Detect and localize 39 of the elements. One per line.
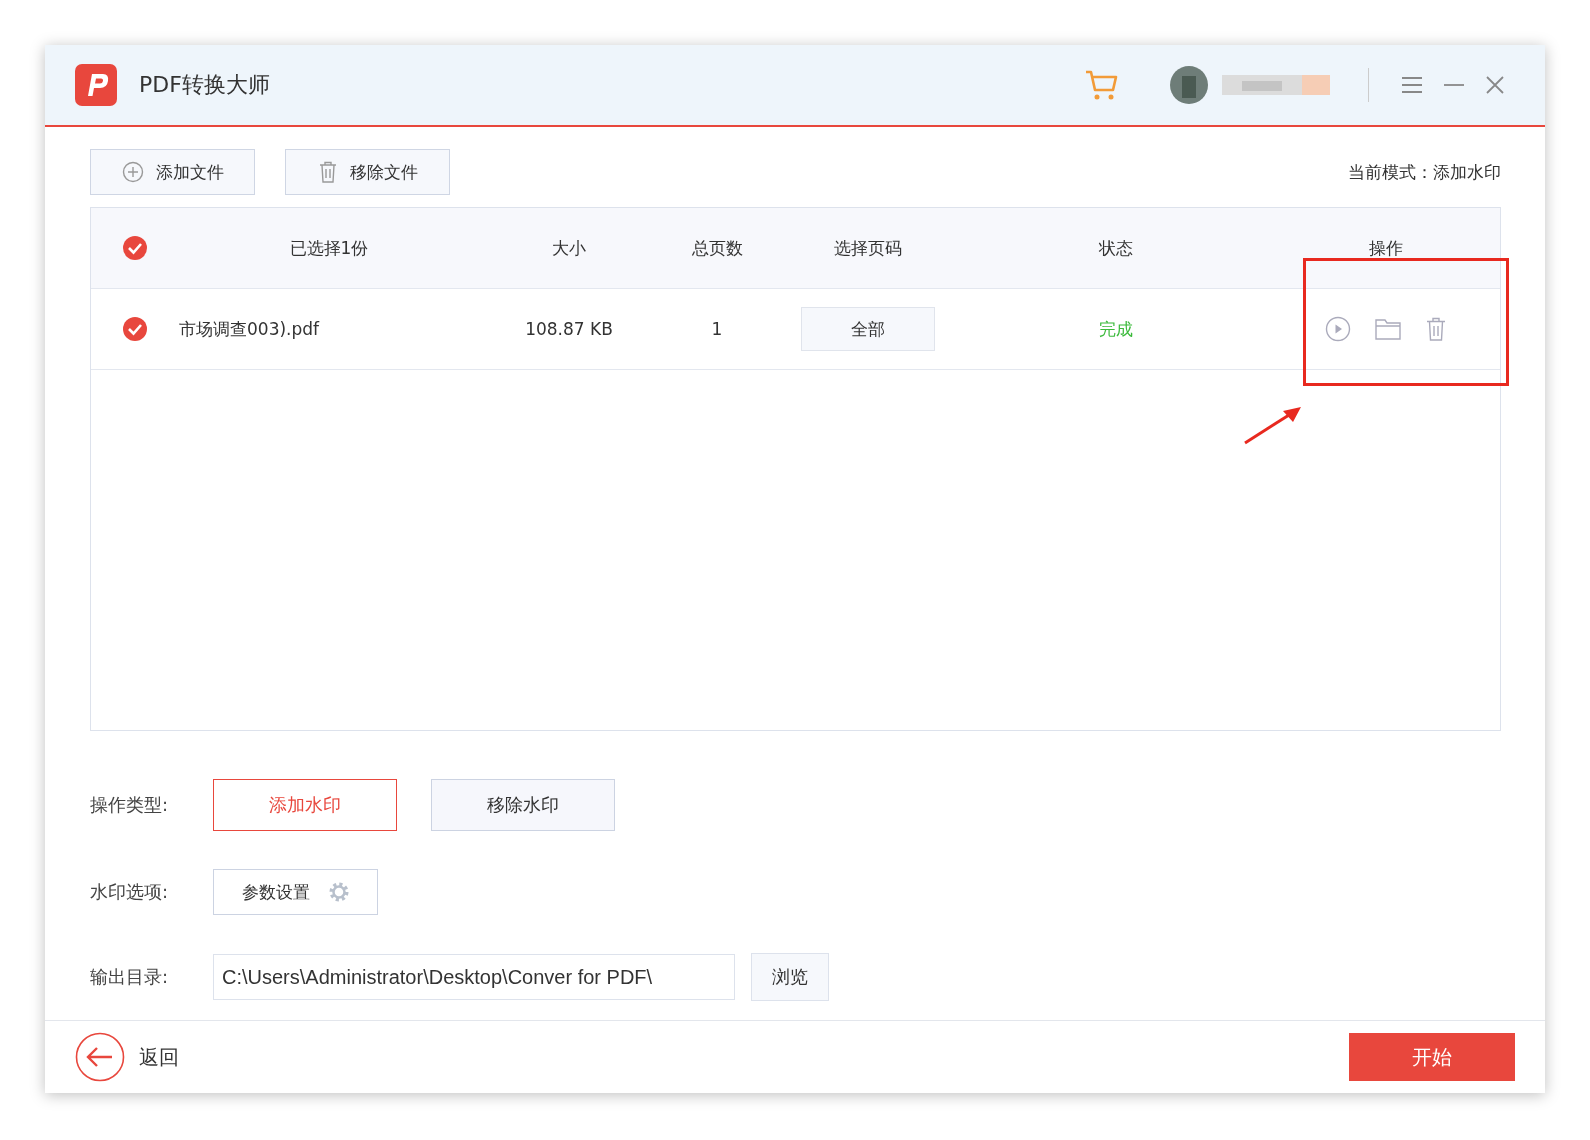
column-header: 状态 xyxy=(1099,236,1133,260)
play-icon[interactable] xyxy=(1324,316,1351,342)
column-header: 大小 xyxy=(552,236,586,260)
output-path-field[interactable]: C:\Users\Administrator\Desktop\Conver for PDF\ xyxy=(213,954,735,1000)
current-mode-label: 当前模式：添加水印 xyxy=(1348,160,1501,184)
plus-circle-icon xyxy=(121,161,144,183)
column-header: 总页数 xyxy=(691,236,743,260)
watermark-options-label: 水印选项: xyxy=(90,880,170,904)
annotation-arrow xyxy=(1243,405,1303,445)
cart-icon[interactable] xyxy=(1084,68,1120,102)
column-header: 选择页码 xyxy=(834,236,902,260)
back-button[interactable]: 返回 xyxy=(75,1032,179,1082)
status-text: 完成 xyxy=(1099,317,1133,341)
browse-button[interactable]: 浏览 xyxy=(751,953,829,1001)
start-button[interactable]: 开始 xyxy=(1349,1033,1515,1081)
column-header: 操作 xyxy=(1368,236,1403,260)
app-logo-icon xyxy=(75,64,117,106)
column-header: 已选择1份 xyxy=(289,236,369,260)
add-file-button[interactable]: 添加文件 xyxy=(90,149,255,195)
menu-icon[interactable] xyxy=(1401,76,1423,94)
row-checkbox[interactable] xyxy=(122,316,148,342)
avatar-icon[interactable] xyxy=(1170,66,1208,104)
settings-button[interactable]: 参数设置 xyxy=(213,869,378,915)
remove-file-button[interactable]: 移除文件 xyxy=(285,149,450,195)
file-size: 108.87 KB xyxy=(525,319,613,339)
output-dir-label: 输出目录: xyxy=(90,965,170,989)
page-range-button[interactable]: 全部 xyxy=(801,307,935,351)
trash-icon xyxy=(317,161,338,183)
folder-icon[interactable] xyxy=(1374,318,1401,340)
operation-type-option[interactable]: 移除水印 xyxy=(431,779,615,831)
window-title: PDF转换大师 xyxy=(139,71,270,99)
operation-type-label: 操作类型: xyxy=(90,793,170,817)
operation-type-option[interactable]: 添加水印 xyxy=(213,779,397,831)
file-name: 市场调查003).pdf xyxy=(179,317,320,341)
page-count: 1 xyxy=(711,319,723,339)
gear-icon xyxy=(327,881,350,903)
close-icon[interactable] xyxy=(1485,75,1505,95)
trash-icon[interactable] xyxy=(1424,317,1447,341)
select-all-checkbox[interactable] xyxy=(122,235,148,261)
